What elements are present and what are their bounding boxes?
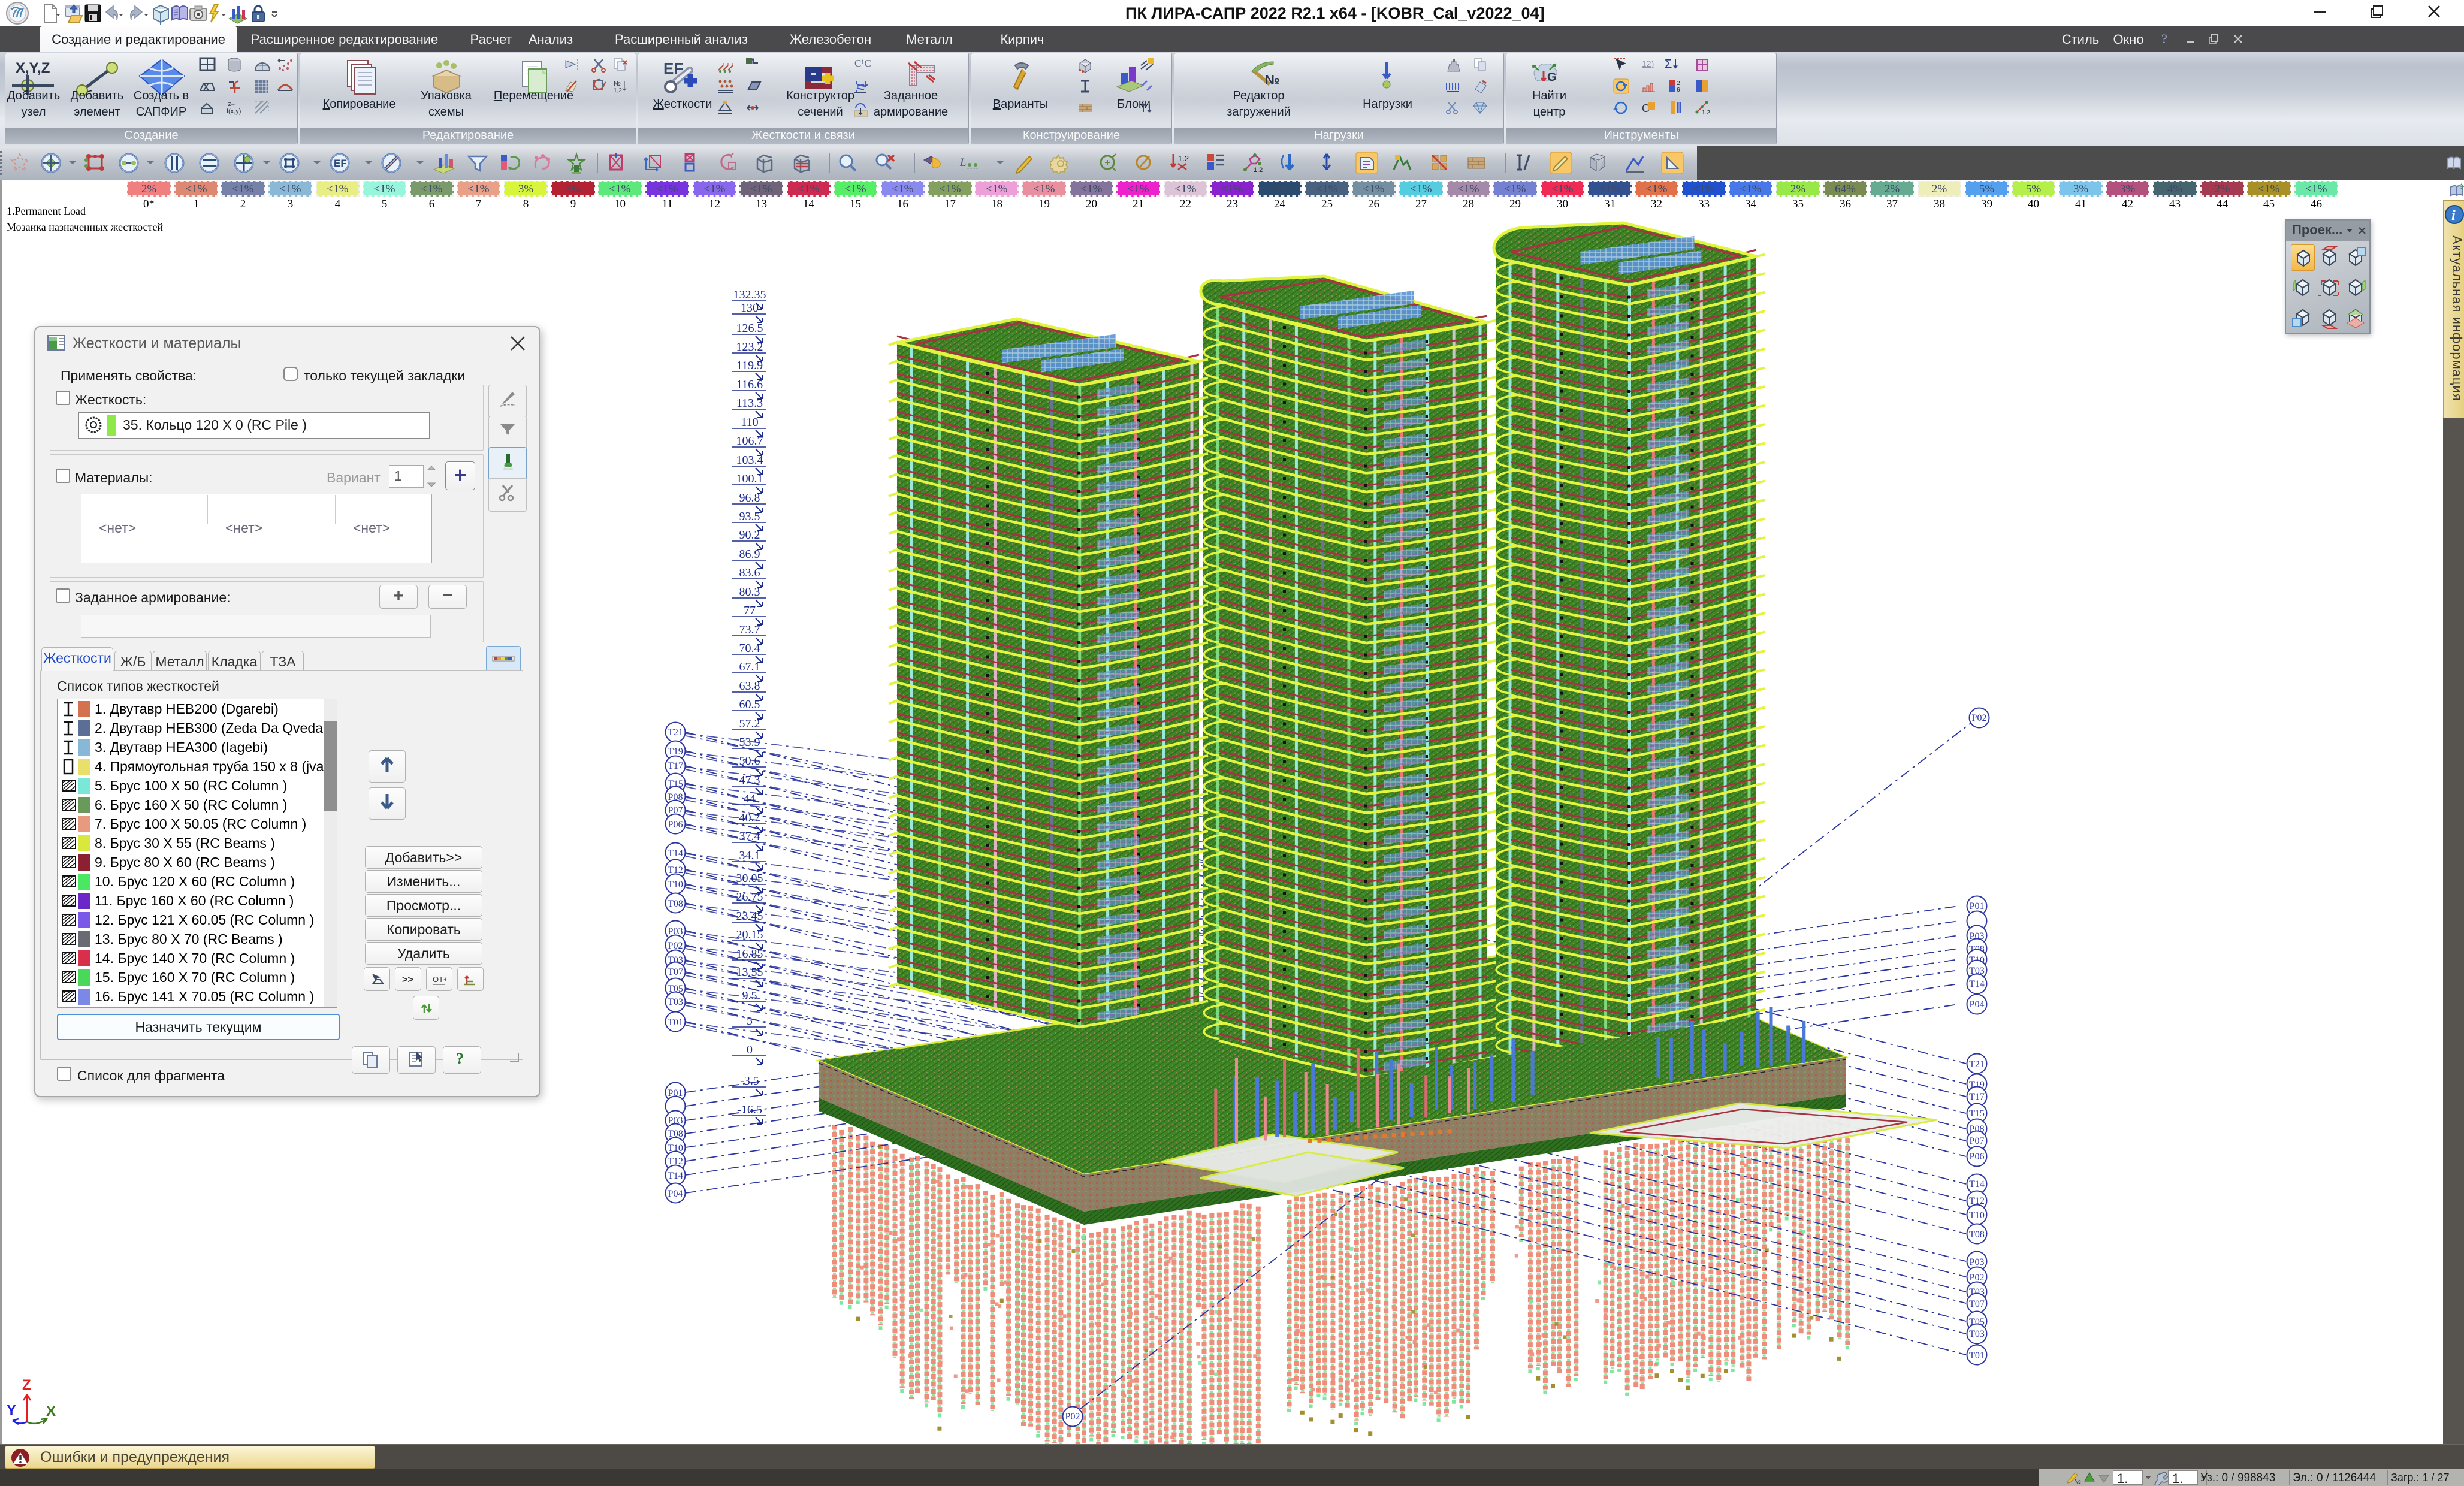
svg-text:P02: P02 bbox=[1970, 1273, 1985, 1283]
svg-text:130: 130 bbox=[741, 301, 759, 315]
svg-text:T14: T14 bbox=[668, 848, 683, 859]
svg-text:34.1: 34.1 bbox=[739, 849, 760, 862]
svg-text:93.5: 93.5 bbox=[739, 510, 760, 523]
svg-text:T14: T14 bbox=[1969, 979, 1985, 989]
svg-text:116.6: 116.6 bbox=[736, 378, 763, 391]
svg-text:P04: P04 bbox=[1970, 999, 1985, 1010]
svg-text:119.9: 119.9 bbox=[736, 359, 763, 372]
svg-text:86.9: 86.9 bbox=[739, 548, 760, 561]
svg-text:113.3: 113.3 bbox=[736, 397, 763, 410]
svg-text:T14: T14 bbox=[668, 1171, 683, 1181]
svg-text:P02: P02 bbox=[668, 941, 683, 951]
svg-text:50.6: 50.6 bbox=[739, 754, 760, 768]
svg-text:63.8: 63.8 bbox=[739, 679, 760, 693]
svg-text:23.45: 23.45 bbox=[736, 910, 763, 923]
svg-text:1,2..: 1,2.. bbox=[614, 87, 625, 94]
svg-text:123.2: 123.2 bbox=[736, 340, 763, 354]
svg-text:-16.5: -16.5 bbox=[737, 1103, 762, 1116]
svg-text:P07: P07 bbox=[1970, 1136, 1985, 1146]
svg-text:9.5: 9.5 bbox=[742, 989, 757, 1002]
svg-text:T10: T10 bbox=[1969, 1210, 1985, 1221]
svg-text:Σ: Σ bbox=[1665, 58, 1672, 71]
svg-text:№: № bbox=[1265, 73, 1280, 87]
svg-text:103.4: 103.4 bbox=[736, 454, 763, 467]
svg-text:T19: T19 bbox=[668, 747, 683, 757]
svg-text:96.8: 96.8 bbox=[739, 491, 760, 505]
svg-text:40.7: 40.7 bbox=[739, 811, 760, 824]
svg-text:60.5: 60.5 bbox=[739, 698, 760, 711]
svg-text:P04: P04 bbox=[668, 1189, 683, 1199]
svg-text:90.2: 90.2 bbox=[739, 528, 760, 542]
svg-text:T21: T21 bbox=[1969, 1059, 1985, 1070]
svg-text:№: № bbox=[614, 80, 621, 87]
svg-text:L: L bbox=[959, 156, 967, 169]
svg-text:P03: P03 bbox=[1970, 1257, 1985, 1267]
svg-text:T14: T14 bbox=[1969, 1179, 1985, 1189]
svg-text:P01: P01 bbox=[1970, 901, 1985, 911]
svg-text:T07: T07 bbox=[668, 967, 683, 977]
svg-text:6: 6 bbox=[1677, 87, 1680, 93]
svg-text:T01: T01 bbox=[668, 1017, 683, 1028]
svg-text:P02: P02 bbox=[1972, 713, 1987, 723]
svg-text:T15: T15 bbox=[1969, 1109, 1985, 1119]
svg-text:-3.5: -3.5 bbox=[740, 1074, 759, 1088]
svg-text:30.05: 30.05 bbox=[736, 872, 763, 885]
svg-text:P02: P02 bbox=[1065, 1412, 1080, 1422]
svg-text:Z: Z bbox=[22, 1377, 31, 1393]
svg-text:126.5: 126.5 bbox=[736, 322, 763, 335]
svg-text:12): 12) bbox=[1642, 59, 1654, 68]
svg-text:?: ? bbox=[456, 1050, 464, 1067]
svg-text:T10: T10 bbox=[668, 880, 683, 890]
svg-text:110: 110 bbox=[741, 416, 758, 429]
svg-text:T08: T08 bbox=[668, 899, 683, 909]
svg-text:T07: T07 bbox=[1969, 1299, 1985, 1309]
svg-text:X: X bbox=[46, 1403, 56, 1419]
svg-text:№: № bbox=[2074, 1478, 2081, 1485]
svg-text:83.6: 83.6 bbox=[739, 566, 760, 579]
svg-text:T17: T17 bbox=[668, 761, 683, 771]
svg-text:f(x,y): f(x,y) bbox=[227, 108, 241, 115]
svg-text:i: i bbox=[2451, 208, 2456, 223]
svg-text:X,Y,Z: X,Y,Z bbox=[16, 61, 50, 76]
svg-text:67.1: 67.1 bbox=[739, 660, 760, 673]
svg-text:1.2: 1.2 bbox=[1178, 154, 1189, 163]
svg-text:T17: T17 bbox=[1969, 1092, 1985, 1102]
svg-text:37.4: 37.4 bbox=[739, 830, 760, 843]
svg-text:5: 5 bbox=[747, 1014, 753, 1028]
svg-text:2: 2 bbox=[1677, 80, 1680, 87]
svg-text:77: 77 bbox=[744, 604, 756, 617]
svg-text:57.2: 57.2 bbox=[739, 717, 760, 730]
svg-text:13.55: 13.55 bbox=[736, 966, 763, 979]
svg-text:132.35: 132.35 bbox=[733, 288, 766, 301]
svg-text:20.15: 20.15 bbox=[736, 928, 763, 941]
svg-text:70.4: 70.4 bbox=[739, 642, 760, 655]
svg-text:ОТ+: ОТ+ bbox=[433, 975, 446, 984]
svg-text:0: 0 bbox=[747, 1043, 753, 1056]
svg-text:T08: T08 bbox=[1969, 1230, 1985, 1240]
svg-text:T03: T03 bbox=[1969, 1329, 1985, 1339]
svg-text:>>: >> bbox=[402, 975, 413, 985]
svg-text:80.3: 80.3 bbox=[739, 585, 760, 599]
svg-text:G: G bbox=[1547, 71, 1557, 84]
svg-text:106.7: 106.7 bbox=[736, 434, 763, 448]
svg-text:16.85: 16.85 bbox=[736, 947, 763, 961]
svg-text:44: 44 bbox=[744, 792, 756, 805]
svg-text:z–: z– bbox=[228, 101, 235, 108]
svg-text:P06: P06 bbox=[1970, 1152, 1985, 1162]
svg-text:T03: T03 bbox=[668, 997, 683, 1007]
svg-text:100.1: 100.1 bbox=[736, 472, 763, 485]
svg-text:47.3: 47.3 bbox=[739, 774, 760, 787]
svg-text:1.2: 1.2 bbox=[1254, 167, 1263, 174]
svg-text:EF: EF bbox=[334, 158, 347, 169]
svg-text:C¹C₂: C¹C₂ bbox=[854, 58, 871, 69]
svg-text:1.2: 1.2 bbox=[1702, 110, 1710, 116]
svg-text:?: ? bbox=[2161, 31, 2167, 46]
svg-text:T21: T21 bbox=[668, 727, 683, 738]
svg-text:Y: Y bbox=[7, 1402, 16, 1418]
svg-text:26.75: 26.75 bbox=[736, 890, 763, 904]
svg-text:73.7: 73.7 bbox=[739, 623, 760, 636]
svg-text:T01: T01 bbox=[1969, 1351, 1985, 1361]
svg-text:P06: P06 bbox=[668, 820, 683, 830]
svg-text:53.9: 53.9 bbox=[739, 736, 760, 749]
